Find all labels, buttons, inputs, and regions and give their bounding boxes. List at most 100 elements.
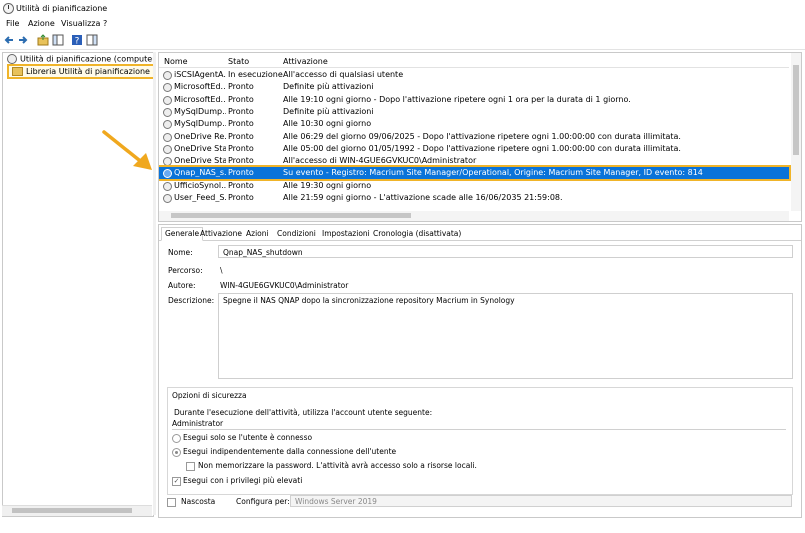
task-name: UfficioSynol... bbox=[174, 180, 226, 190]
task-clock-icon bbox=[163, 169, 172, 179]
annotation-arrow bbox=[102, 130, 152, 170]
task-status: Pronto bbox=[228, 156, 254, 166]
no-store-password-checkbox[interactable] bbox=[186, 462, 195, 471]
task-list-header: Nome Stato Attivazione bbox=[159, 55, 789, 68]
run-any-user-radio[interactable] bbox=[172, 448, 181, 457]
column-header-name[interactable]: Nome bbox=[164, 57, 188, 66]
table-row[interactable]: OneDrive Re...Pronto Alle 06:29 del giorn… bbox=[159, 131, 789, 143]
task-trigger: Alle 21:59 ogni giorno - L'attivazione s… bbox=[283, 193, 563, 202]
task-trigger: All'accesso di WIN-4GUE6GVKUC0\Administr… bbox=[283, 156, 477, 166]
author-value: WIN-4GUE6GVKUC0\Administrator bbox=[220, 281, 349, 290]
description-field[interactable]: Spegne il NAS QNAP dopo la sincronizzazi… bbox=[218, 293, 793, 379]
path-label: Percorso: bbox=[168, 266, 203, 275]
menu-visualizza[interactable]: Visualizza bbox=[61, 19, 100, 28]
scrollbar-thumb[interactable] bbox=[12, 508, 132, 513]
task-trigger: Alle 10:30 ogni giorno bbox=[283, 119, 372, 129]
column-header-trigger[interactable]: Attivazione bbox=[283, 57, 328, 66]
task-list: Nome Stato Attivazione iSCSIAgentA... In … bbox=[158, 52, 802, 222]
tab-attivazione[interactable]: Attivazione bbox=[197, 228, 245, 240]
task-clock-icon bbox=[163, 71, 172, 80]
table-row[interactable]: Qnap_NAS_s... Pronto Su evento - Registro:… bbox=[159, 165, 791, 182]
configure-for-select[interactable]: Windows Server 2019 bbox=[290, 495, 792, 507]
task-clock-icon bbox=[163, 107, 172, 117]
task-clock-icon bbox=[163, 120, 172, 130]
tree-horizontal-scrollbar[interactable] bbox=[2, 505, 152, 516]
task-trigger: All'accesso di qualsiasi utente bbox=[283, 70, 404, 79]
menu-file[interactable]: File bbox=[6, 19, 19, 28]
clock-icon bbox=[7, 54, 17, 64]
table-row[interactable]: MicrosoftEd... Pronto Definite più attivaz… bbox=[159, 81, 789, 93]
security-options-group: Opzioni di sicurezza Durante l'esecuzion… bbox=[167, 387, 793, 495]
task-detail-pane: Generale Attivazione Azioni Condizioni I… bbox=[158, 224, 802, 518]
task-status: Pronto bbox=[228, 82, 254, 92]
menu-bar: File Azione Visualizza ? bbox=[0, 17, 805, 31]
table-row[interactable]: MySqlDump... Pronto Definite più attivazio… bbox=[159, 106, 789, 118]
task-name: OneDrive Sta... bbox=[174, 156, 226, 166]
table-row[interactable]: User_Feed_S...Pronto Alle 21:59 ogni gior… bbox=[159, 192, 789, 204]
task-status: Pronto bbox=[228, 143, 254, 153]
task-trigger: Alle 19:30 ogni giorno bbox=[283, 180, 372, 190]
account-field[interactable]: Administrator bbox=[172, 419, 786, 430]
folder-up-icon[interactable] bbox=[37, 34, 49, 46]
forward-arrow-icon[interactable] bbox=[17, 34, 29, 46]
scrollbar-thumb[interactable] bbox=[171, 213, 411, 218]
task-status: Pronto bbox=[228, 193, 254, 202]
task-name: MySqlDump... bbox=[174, 106, 226, 116]
table-row[interactable]: OneDrive Sta...Pronto All'accesso di WIN-… bbox=[159, 155, 789, 167]
task-trigger: Su evento - Registro: Macrium Site Manag… bbox=[283, 168, 703, 178]
pane-splitter[interactable] bbox=[153, 52, 156, 515]
hidden-checkbox[interactable] bbox=[167, 498, 176, 507]
run-any-user-label: Esegui indipendentemente dalla connessio… bbox=[183, 447, 397, 456]
table-row[interactable]: MySqlDump... Pronto Alle 10:30 ogni giorno bbox=[159, 118, 789, 130]
scrollbar-thumb[interactable] bbox=[793, 65, 799, 155]
task-trigger: Definite più attivazioni bbox=[283, 82, 374, 92]
task-list-horizontal-scrollbar[interactable] bbox=[159, 211, 789, 221]
highest-privileges-checkbox[interactable]: ✓ bbox=[172, 477, 181, 486]
path-value: \ bbox=[220, 266, 223, 275]
task-clock-icon bbox=[163, 132, 172, 142]
no-store-password-label: Non memorizzare la password. L'attività … bbox=[198, 461, 477, 470]
author-label: Autore: bbox=[168, 281, 196, 290]
task-status: Pronto bbox=[228, 119, 254, 129]
toolbar: ? bbox=[0, 31, 805, 50]
tab-cronologia[interactable]: Cronologia (disattivata) bbox=[370, 228, 464, 240]
task-list-vertical-scrollbar[interactable] bbox=[791, 53, 801, 211]
task-trigger: Alle 05:00 del giorno 01/05/1992 - Dopo … bbox=[283, 143, 681, 153]
table-row[interactable]: MicrosoftEd... Pronto Alle 19:10 ogni gior… bbox=[159, 94, 789, 106]
console-tree-icon[interactable] bbox=[52, 34, 64, 46]
menu-azione[interactable]: Azione bbox=[28, 19, 55, 28]
table-row[interactable]: OneDrive Sta...Pronto Alle 05:00 del gior… bbox=[159, 143, 789, 155]
title-bar: Utilità di pianificazione bbox=[0, 0, 805, 17]
detail-tabs: Generale Attivazione Azioni Condizioni I… bbox=[159, 227, 801, 241]
name-field[interactable]: Qnap_NAS_shutdown bbox=[218, 245, 793, 258]
tree-library-label: Libreria Utilità di pianificazione bbox=[26, 67, 150, 76]
task-name: User_Feed_S... bbox=[174, 193, 226, 202]
column-header-status[interactable]: Stato bbox=[228, 57, 249, 66]
task-name: MicrosoftEd... bbox=[174, 82, 226, 92]
task-name: iSCSIAgentA... bbox=[174, 70, 226, 79]
tree-library-item[interactable]: Libreria Utilità di pianificazione bbox=[7, 64, 155, 79]
run-logged-on-label: Esegui solo se l'utente è connesso bbox=[183, 433, 313, 442]
task-name: Qnap_NAS_s... bbox=[174, 168, 226, 178]
back-arrow-icon[interactable] bbox=[3, 34, 15, 46]
task-clock-icon bbox=[163, 181, 172, 191]
task-trigger: Definite più attivazioni bbox=[283, 106, 374, 116]
tab-impostazioni[interactable]: Impostazioni bbox=[319, 228, 373, 240]
window-title: Utilità di pianificazione bbox=[16, 4, 108, 13]
highest-privileges-label: Esegui con i privilegi più elevati bbox=[183, 476, 303, 485]
name-label: Nome: bbox=[168, 248, 193, 257]
folder-icon bbox=[12, 67, 23, 76]
tab-condizioni[interactable]: Condizioni bbox=[274, 228, 319, 240]
tab-azioni[interactable]: Azioni bbox=[243, 228, 272, 240]
task-trigger: Alle 19:10 ogni giorno - Dopo l'attivazi… bbox=[283, 94, 631, 104]
task-status: In esecuzione bbox=[228, 70, 283, 79]
task-status: Pronto bbox=[228, 131, 254, 141]
help-icon[interactable]: ? bbox=[71, 34, 83, 46]
task-name: MicrosoftEd... bbox=[174, 94, 226, 104]
menu-help[interactable]: ? bbox=[103, 19, 107, 28]
table-row[interactable]: UfficioSynol... Pronto Alle 19:30 ogni gio… bbox=[159, 180, 789, 192]
task-name: OneDrive Re... bbox=[174, 131, 226, 141]
table-row[interactable]: iSCSIAgentA... In esecuzione All'accesso d… bbox=[159, 69, 789, 81]
run-logged-on-radio[interactable] bbox=[172, 434, 181, 443]
action-pane-icon[interactable] bbox=[86, 34, 98, 46]
